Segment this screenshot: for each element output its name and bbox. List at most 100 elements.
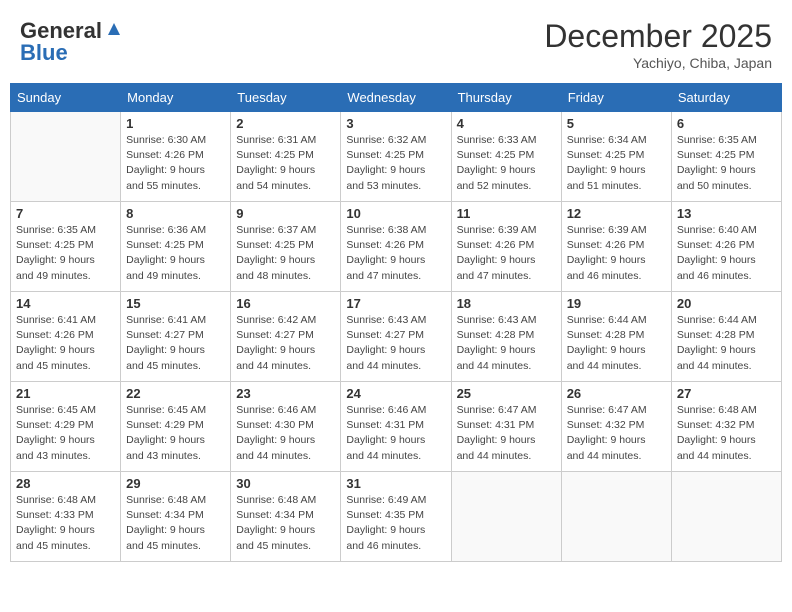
calendar-cell: 3Sunrise: 6:32 AMSunset: 4:25 PMDaylight… [341, 112, 451, 202]
day-info: Sunrise: 6:45 AMSunset: 4:29 PMDaylight:… [126, 403, 225, 464]
day-info: Sunrise: 6:31 AMSunset: 4:25 PMDaylight:… [236, 133, 335, 194]
calendar-table: SundayMondayTuesdayWednesdayThursdayFrid… [10, 83, 782, 562]
calendar-cell: 20 Sunrise: 6:44 AMSunset: 4:28 PMDayligh… [671, 292, 781, 382]
calendar-cell: 26 Sunrise: 6:47 AMSunset: 4:32 PMDayligh… [561, 382, 671, 472]
day-number: 1 [126, 116, 225, 131]
day-number: 3 [346, 116, 445, 131]
day-number: 28 [16, 476, 115, 491]
day-info: Sunrise: 6:41 AMSunset: 4:27 PMDaylight:… [126, 313, 225, 374]
day-number: 7 [16, 206, 115, 221]
calendar-cell: 28Sunrise: 6:48 AMSunset: 4:33 PMDayligh… [11, 472, 121, 562]
day-number: 18 [457, 296, 556, 311]
calendar-cell: 1 Sunrise: 6:30 AMSunset: 4:26 PMDaylight… [121, 112, 231, 202]
day-number: 25 [457, 386, 556, 401]
day-number: 31 [346, 476, 445, 491]
calendar-cell: 22 Sunrise: 6:45 AMSunset: 4:29 PMDayligh… [121, 382, 231, 472]
day-number: 22 [126, 386, 225, 401]
title-block: December 2025 Yachiyo, Chiba, Japan [544, 18, 772, 71]
day-number: 30 [236, 476, 335, 491]
day-info: Sunrise: 6:44 AMSunset: 4:28 PMDaylight:… [677, 313, 776, 374]
calendar-cell: 15 Sunrise: 6:41 AMSunset: 4:27 PMDayligh… [121, 292, 231, 382]
day-info: Sunrise: 6:35 AMSunset: 4:25 PMDaylight:… [677, 133, 776, 194]
calendar-cell: 8Sunrise: 6:36 AMSunset: 4:25 PMDaylight… [121, 202, 231, 292]
day-number: 16 [236, 296, 335, 311]
calendar-cell: 17 Sunrise: 6:43 AMSunset: 4:27 PMDayligh… [341, 292, 451, 382]
logo: General Blue [20, 18, 123, 66]
calendar-cell: 6Sunrise: 6:35 AMSunset: 4:25 PMDaylight… [671, 112, 781, 202]
calendar-cell: 24Sunrise: 6:46 AMSunset: 4:31 PMDayligh… [341, 382, 451, 472]
calendar-cell: 13Sunrise: 6:40 AMSunset: 4:26 PMDayligh… [671, 202, 781, 292]
day-info: Sunrise: 6:45 AMSunset: 4:29 PMDaylight:… [16, 403, 115, 464]
calendar-cell: 10 Sunrise: 6:38 AMSunset: 4:26 PMDayligh… [341, 202, 451, 292]
day-number: 19 [567, 296, 666, 311]
day-number: 20 [677, 296, 776, 311]
page-header: General Blue December 2025 Yachiyo, Chib… [10, 10, 782, 75]
day-info: Sunrise: 6:46 AMSunset: 4:30 PMDaylight:… [236, 403, 335, 464]
day-info: Sunrise: 6:41 AMSunset: 4:26 PMDaylight:… [16, 313, 115, 374]
day-info: Sunrise: 6:47 AMSunset: 4:31 PMDaylight:… [457, 403, 556, 464]
calendar-cell: 30 Sunrise: 6:48 AMSunset: 4:34 PMDayligh… [231, 472, 341, 562]
day-info: Sunrise: 6:33 AMSunset: 4:25 PMDaylight:… [457, 133, 556, 194]
day-info: Sunrise: 6:42 AMSunset: 4:27 PMDaylight:… [236, 313, 335, 374]
day-number: 11 [457, 206, 556, 221]
calendar-cell: 23 Sunrise: 6:46 AMSunset: 4:30 PMDayligh… [231, 382, 341, 472]
calendar-cell: 25 Sunrise: 6:47 AMSunset: 4:31 PMDayligh… [451, 382, 561, 472]
day-info: Sunrise: 6:34 AMSunset: 4:25 PMDaylight:… [567, 133, 666, 194]
day-number: 2 [236, 116, 335, 131]
day-header-tuesday: Tuesday [231, 84, 341, 112]
day-info: Sunrise: 6:30 AMSunset: 4:26 PMDaylight:… [126, 133, 225, 194]
calendar-cell: 14 Sunrise: 6:41 AMSunset: 4:26 PMDayligh… [11, 292, 121, 382]
day-info: Sunrise: 6:43 AMSunset: 4:28 PMDaylight:… [457, 313, 556, 374]
calendar-cell: 18 Sunrise: 6:43 AMSunset: 4:28 PMDayligh… [451, 292, 561, 382]
day-number: 21 [16, 386, 115, 401]
calendar-header-row: SundayMondayTuesdayWednesdayThursdayFrid… [11, 84, 782, 112]
day-header-monday: Monday [121, 84, 231, 112]
logo-icon [105, 21, 123, 39]
day-number: 9 [236, 206, 335, 221]
calendar-week-row: 28Sunrise: 6:48 AMSunset: 4:33 PMDayligh… [11, 472, 782, 562]
day-info: Sunrise: 6:47 AMSunset: 4:32 PMDaylight:… [567, 403, 666, 464]
day-info: Sunrise: 6:46 AMSunset: 4:31 PMDaylight:… [346, 403, 445, 464]
day-info: Sunrise: 6:39 AMSunset: 4:26 PMDaylight:… [457, 223, 556, 284]
calendar-week-row: 14 Sunrise: 6:41 AMSunset: 4:26 PMDayligh… [11, 292, 782, 382]
calendar-cell: 21 Sunrise: 6:45 AMSunset: 4:29 PMDayligh… [11, 382, 121, 472]
calendar-cell [671, 472, 781, 562]
calendar-cell [561, 472, 671, 562]
day-info: Sunrise: 6:49 AMSunset: 4:35 PMDaylight:… [346, 493, 445, 554]
calendar-cell [11, 112, 121, 202]
day-number: 10 [346, 206, 445, 221]
day-info: Sunrise: 6:48 AMSunset: 4:34 PMDaylight:… [126, 493, 225, 554]
day-number: 26 [567, 386, 666, 401]
day-number: 17 [346, 296, 445, 311]
day-info: Sunrise: 6:48 AMSunset: 4:32 PMDaylight:… [677, 403, 776, 464]
calendar-week-row: 21 Sunrise: 6:45 AMSunset: 4:29 PMDayligh… [11, 382, 782, 472]
day-number: 29 [126, 476, 225, 491]
calendar-cell: 7 Sunrise: 6:35 AMSunset: 4:25 PMDaylight… [11, 202, 121, 292]
day-info: Sunrise: 6:37 AMSunset: 4:25 PMDaylight:… [236, 223, 335, 284]
day-header-wednesday: Wednesday [341, 84, 451, 112]
day-info: Sunrise: 6:35 AMSunset: 4:25 PMDaylight:… [16, 223, 115, 284]
day-info: Sunrise: 6:48 AMSunset: 4:34 PMDaylight:… [236, 493, 335, 554]
day-header-sunday: Sunday [11, 84, 121, 112]
calendar-cell: 19 Sunrise: 6:44 AMSunset: 4:28 PMDayligh… [561, 292, 671, 382]
day-number: 8 [126, 206, 225, 221]
day-header-friday: Friday [561, 84, 671, 112]
day-number: 23 [236, 386, 335, 401]
day-number: 27 [677, 386, 776, 401]
day-number: 14 [16, 296, 115, 311]
calendar-cell: 9 Sunrise: 6:37 AMSunset: 4:25 PMDaylight… [231, 202, 341, 292]
calendar-cell: 27 Sunrise: 6:48 AMSunset: 4:32 PMDayligh… [671, 382, 781, 472]
calendar-cell: 12Sunrise: 6:39 AMSunset: 4:26 PMDayligh… [561, 202, 671, 292]
calendar-cell: 2 Sunrise: 6:31 AMSunset: 4:25 PMDaylight… [231, 112, 341, 202]
calendar-cell: 31 Sunrise: 6:49 AMSunset: 4:35 PMDayligh… [341, 472, 451, 562]
calendar-cell: 4Sunrise: 6:33 AMSunset: 4:25 PMDaylight… [451, 112, 561, 202]
day-number: 13 [677, 206, 776, 221]
day-info: Sunrise: 6:43 AMSunset: 4:27 PMDaylight:… [346, 313, 445, 374]
day-info: Sunrise: 6:44 AMSunset: 4:28 PMDaylight:… [567, 313, 666, 374]
day-header-thursday: Thursday [451, 84, 561, 112]
calendar-cell: 11 Sunrise: 6:39 AMSunset: 4:26 PMDayligh… [451, 202, 561, 292]
calendar-cell: 16 Sunrise: 6:42 AMSunset: 4:27 PMDayligh… [231, 292, 341, 382]
day-number: 15 [126, 296, 225, 311]
day-info: Sunrise: 6:38 AMSunset: 4:26 PMDaylight:… [346, 223, 445, 284]
calendar-cell: 5Sunrise: 6:34 AMSunset: 4:25 PMDaylight… [561, 112, 671, 202]
